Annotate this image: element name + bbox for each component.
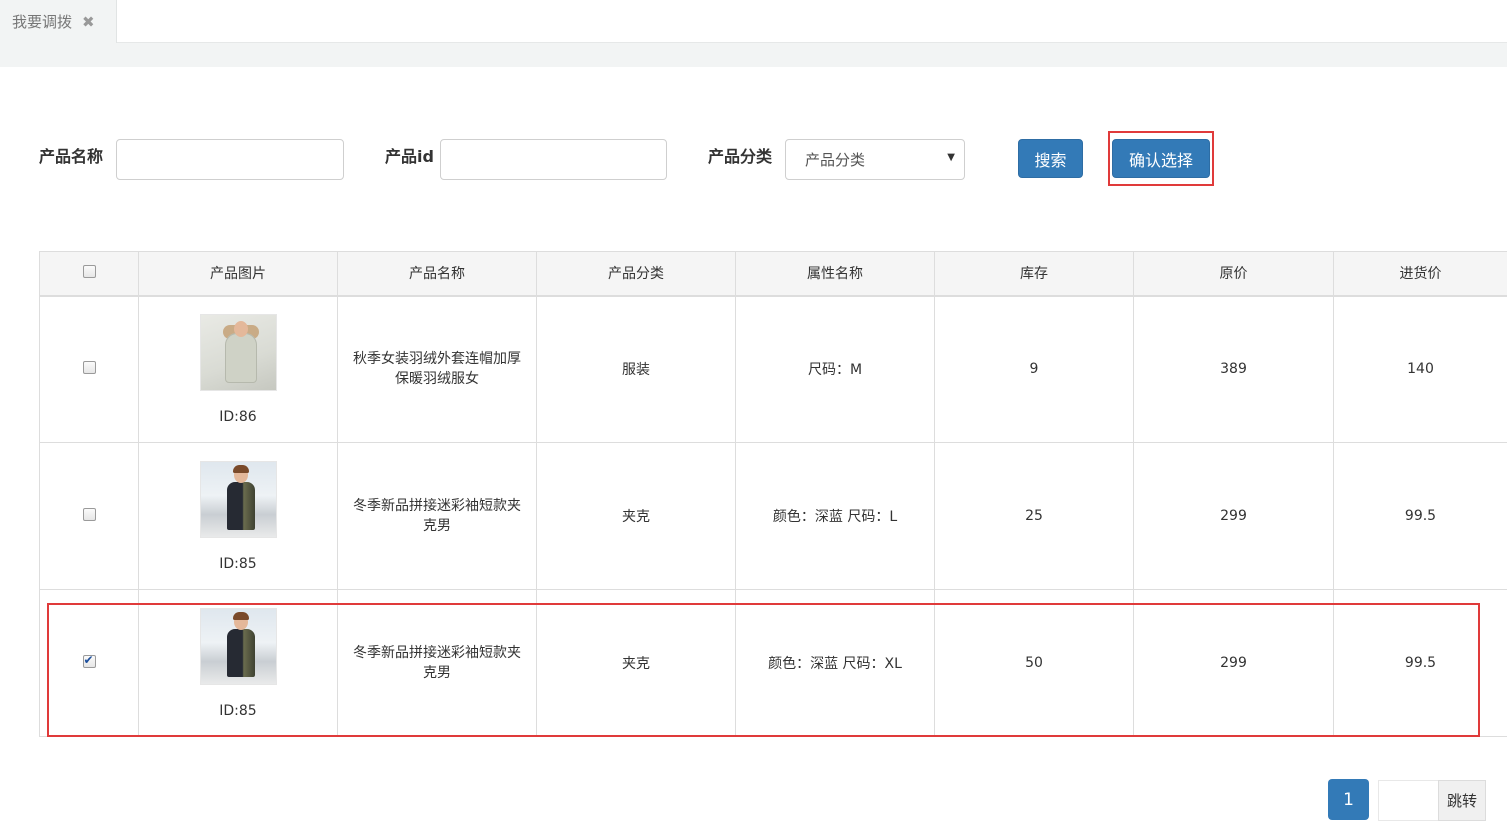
- select-all-cell: [39, 251, 139, 297]
- product-stock: 9: [934, 295, 1134, 443]
- product-cost: 99.5: [1333, 589, 1507, 737]
- product-price: 389: [1133, 295, 1334, 443]
- chevron-down-icon: ▼: [947, 152, 955, 163]
- product-id: ID:85: [219, 702, 257, 719]
- tab-label: 我要调拨: [12, 13, 73, 31]
- page-button-current[interactable]: 1: [1328, 779, 1369, 820]
- product-id-input[interactable]: [440, 139, 667, 180]
- product-name-input[interactable]: [116, 139, 344, 180]
- column-header: 产品分类: [536, 251, 736, 297]
- row-checkbox[interactable]: [82, 507, 96, 521]
- close-icon[interactable]: ✖: [82, 13, 95, 31]
- table-row[interactable]: ID:85 冬季新品拼接迷彩袖短款夹克男 夹克 颜色：深蓝 尺码：L 25 29…: [39, 442, 1507, 590]
- column-header: 库存: [934, 251, 1134, 297]
- category-select[interactable]: 产品分类 ▼: [785, 139, 965, 180]
- product-name: 秋季女装羽绒外套连帽加厚保暖羽绒服女: [337, 295, 537, 443]
- product-stock: 25: [934, 442, 1134, 590]
- product-image: [199, 460, 277, 538]
- column-header: 原价: [1133, 251, 1334, 297]
- product-name: 冬季新品拼接迷彩袖短款夹克男: [337, 442, 537, 590]
- product-name: 冬季新品拼接迷彩袖短款夹克男: [337, 589, 537, 737]
- product-image: [199, 607, 277, 685]
- product-stock: 50: [934, 589, 1134, 737]
- product-table: 产品图片 产品名称 产品分类 属性名称 库存 原价 进货价 ID:86 秋季女装…: [39, 251, 1507, 737]
- product-category: 夹克: [536, 442, 736, 590]
- column-header: 产品名称: [337, 251, 537, 297]
- page-jump-input[interactable]: [1378, 780, 1438, 821]
- tab-transfer[interactable]: 我要调拨 ✖: [0, 0, 117, 43]
- product-image: [199, 313, 277, 391]
- row-checkbox[interactable]: [82, 360, 96, 374]
- table-header-row: 产品图片 产品名称 产品分类 属性名称 库存 原价 进货价: [39, 251, 1507, 297]
- category-label: 产品分类: [708, 147, 773, 166]
- product-id-label: 产品id: [385, 147, 434, 166]
- product-cost: 99.5: [1333, 442, 1507, 590]
- product-attributes: 尺码：M: [735, 295, 935, 443]
- tab-strip-empty: [117, 0, 1507, 43]
- column-header: 进货价: [1333, 251, 1507, 297]
- product-attributes: 颜色：深蓝 尺码：L: [735, 442, 935, 590]
- product-cost: 140: [1333, 295, 1507, 443]
- search-button[interactable]: 搜索: [1018, 139, 1083, 178]
- product-id: ID:86: [219, 408, 257, 425]
- product-category: 服装: [536, 295, 736, 443]
- tab-bar: 我要调拨 ✖: [0, 0, 1507, 67]
- product-price: 299: [1133, 442, 1334, 590]
- column-header: 属性名称: [735, 251, 935, 297]
- table-row[interactable]: ID:86 秋季女装羽绒外套连帽加厚保暖羽绒服女 服装 尺码：M 9 389 1…: [39, 295, 1507, 443]
- product-price: 299: [1133, 589, 1334, 737]
- page-jump-button[interactable]: 跳转: [1438, 780, 1486, 821]
- product-name-label: 产品名称: [39, 147, 104, 166]
- product-id: ID:85: [219, 555, 257, 572]
- category-selected-value: 产品分类: [805, 151, 866, 169]
- column-header: 产品图片: [138, 251, 338, 297]
- product-category: 夹克: [536, 589, 736, 737]
- row-checkbox[interactable]: [82, 653, 96, 668]
- table-row[interactable]: ID:85 冬季新品拼接迷彩袖短款夹克男 夹克 颜色：深蓝 尺码：XL 50 2…: [39, 589, 1507, 737]
- select-all-checkbox[interactable]: [82, 264, 96, 278]
- product-attributes: 颜色：深蓝 尺码：XL: [735, 589, 935, 737]
- confirm-button-highlight: [1108, 131, 1214, 186]
